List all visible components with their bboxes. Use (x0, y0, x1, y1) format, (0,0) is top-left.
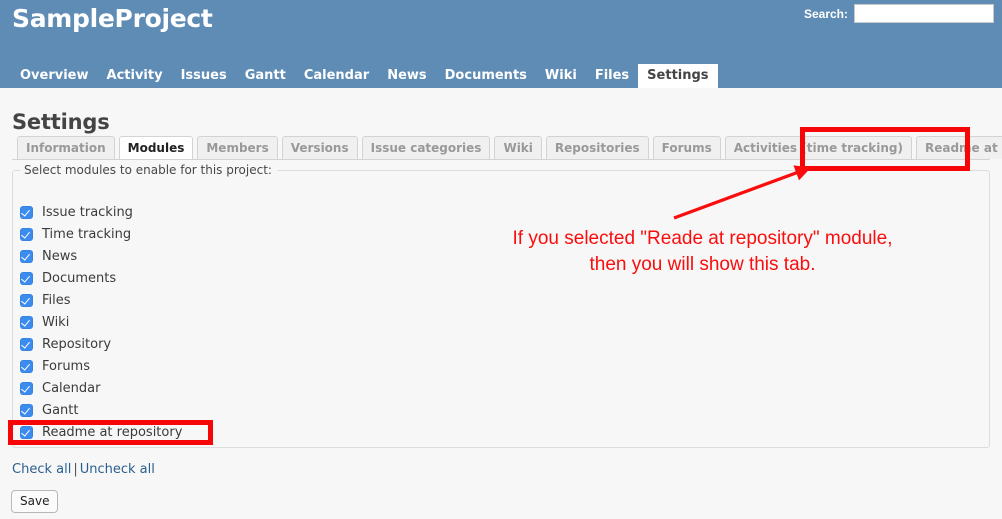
content-area: Settings Information Modules Members Ver… (0, 88, 1002, 519)
tab-members[interactable]: Members (197, 136, 278, 159)
bulk-toggle-links: Check all | Uncheck all (12, 462, 155, 477)
module-row[interactable]: Time tracking (20, 223, 620, 245)
menu-item-calendar[interactable]: Calendar (295, 64, 378, 88)
modules-legend: Select modules to enable for this projec… (20, 164, 277, 177)
module-label: Wiki (42, 314, 70, 330)
checkbox-checked-icon[interactable] (20, 249, 33, 263)
menu-item-activity[interactable]: Activity (98, 64, 172, 88)
project-title: SampleProject (12, 4, 213, 33)
save-button[interactable]: Save (11, 490, 59, 513)
menu-item-issues[interactable]: Issues (172, 64, 236, 88)
checkbox-checked-icon[interactable] (20, 227, 33, 241)
module-row[interactable]: Forums (20, 355, 620, 377)
search-label: Search: (803, 6, 848, 21)
checkbox-checked-icon[interactable] (20, 315, 33, 329)
tab-wiki[interactable]: Wiki (494, 136, 542, 159)
checkbox-checked-icon[interactable] (20, 359, 33, 373)
module-label: Issue tracking (42, 204, 133, 220)
main-menu: Overview Activity Issues Gantt Calendar … (0, 62, 1002, 88)
menu-item-documents[interactable]: Documents (436, 64, 536, 88)
module-row[interactable]: Issue tracking (20, 201, 620, 223)
checkbox-checked-icon[interactable] (20, 271, 33, 285)
menu-item-news[interactable]: News (378, 64, 435, 88)
checkbox-checked-icon[interactable] (20, 337, 33, 351)
module-label: News (42, 248, 78, 264)
tabs-divider (12, 159, 990, 160)
tab-modules[interactable]: Modules (118, 136, 194, 159)
tab-forums[interactable]: Forums (652, 136, 721, 159)
checkbox-checked-icon[interactable] (20, 381, 33, 395)
check-all-link[interactable]: Check all (12, 462, 71, 477)
tab-issue-categories[interactable]: Issue categories (361, 136, 491, 159)
module-row[interactable]: Calendar (20, 377, 620, 399)
checkbox-checked-icon[interactable] (20, 205, 33, 219)
module-row-readme-at-repository[interactable]: Readme at repository (20, 421, 620, 443)
module-row[interactable]: Files (20, 289, 620, 311)
module-label: Calendar (42, 380, 101, 396)
module-label: Time tracking (42, 226, 132, 242)
menu-item-settings[interactable]: Settings (638, 64, 718, 88)
module-label: Repository (42, 336, 112, 352)
search-area: Search: (804, 4, 994, 23)
uncheck-all-link[interactable]: Uncheck all (80, 462, 155, 477)
menu-item-overview[interactable]: Overview (11, 64, 98, 88)
menu-item-files[interactable]: Files (586, 64, 638, 88)
modules-checkbox-list: Issue tracking Time tracking News Docume… (20, 201, 620, 443)
module-label: Gantt (42, 402, 79, 418)
module-label: Documents (42, 270, 117, 286)
top-header: SampleProject Search: (0, 0, 1002, 62)
links-separator: | (73, 462, 78, 477)
menu-item-wiki[interactable]: Wiki (536, 64, 586, 88)
module-row[interactable]: Gantt (20, 399, 620, 421)
checkbox-checked-icon[interactable] (20, 293, 33, 307)
tab-activities-time-tracking[interactable]: Activities (time tracking) (724, 136, 912, 159)
module-row[interactable]: Repository (20, 333, 620, 355)
module-label: Forums (42, 358, 90, 374)
search-input[interactable] (854, 4, 994, 23)
module-row[interactable]: Wiki (20, 311, 620, 333)
tab-repositories[interactable]: Repositories (545, 136, 649, 159)
checkbox-checked-icon[interactable] (20, 425, 33, 439)
tab-information[interactable]: Information (17, 136, 115, 159)
tab-versions[interactable]: Versions (281, 136, 358, 159)
module-label: Files (42, 292, 71, 308)
module-label: Readme at repository (42, 424, 183, 440)
tab-readme-at-repository[interactable]: Readme at Repository (915, 136, 1002, 159)
module-row[interactable]: Documents (20, 267, 620, 289)
checkbox-checked-icon[interactable] (20, 403, 33, 417)
module-row[interactable]: News (20, 245, 620, 267)
menu-item-gantt[interactable]: Gantt (236, 64, 295, 88)
page-title: Settings (12, 110, 110, 135)
settings-tabs: Information Modules Members Versions Iss… (0, 136, 1002, 160)
